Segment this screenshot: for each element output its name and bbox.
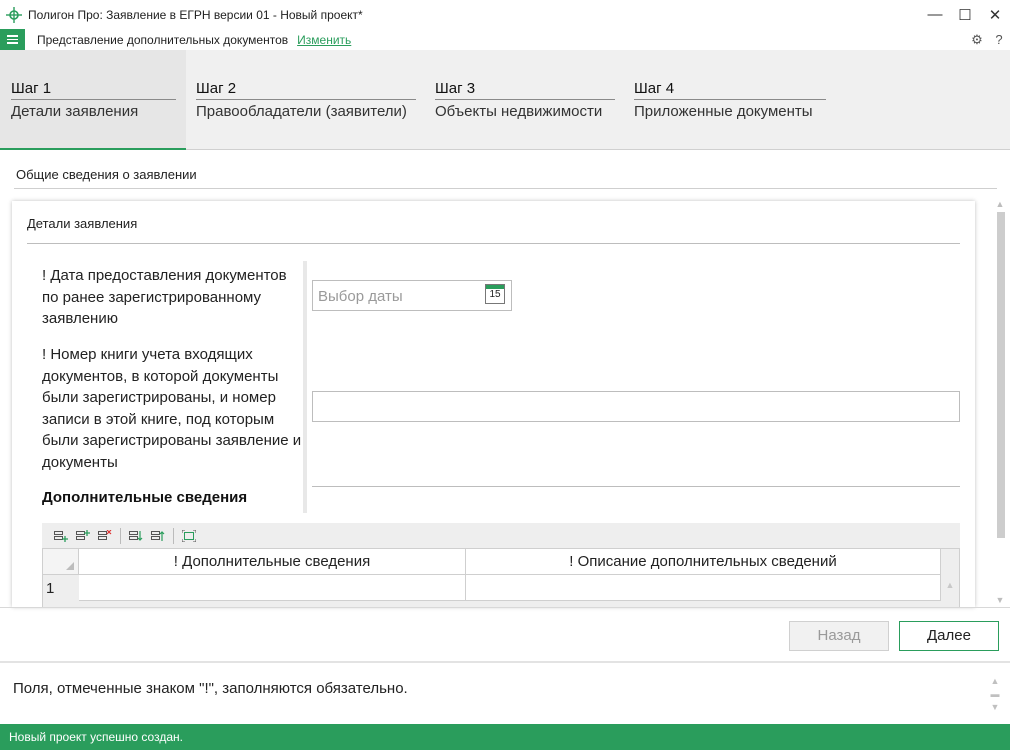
table-toolbar	[42, 523, 960, 548]
step-name: Детали заявления	[11, 103, 139, 120]
settings-icon[interactable]: ⚙	[966, 29, 988, 50]
scroll-thumb[interactable]	[997, 212, 1005, 538]
date-label: ! Дата предоставления документов по ране…	[42, 267, 287, 327]
move-down-icon[interactable]	[125, 526, 147, 546]
book-number-label: ! Номер книги учета входящих документов,…	[42, 346, 302, 471]
table-cell[interactable]	[466, 575, 941, 601]
navigation-bar: Назад Далее	[0, 607, 1010, 659]
fit-columns-icon[interactable]	[178, 526, 200, 546]
delete-row-icon[interactable]	[94, 526, 116, 546]
wizard-steps: Шаг 1 Детали заявления Шаг 2 Правооблада…	[0, 50, 1010, 150]
change-link[interactable]: Изменить	[297, 33, 351, 47]
main-scrollbar[interactable]: ▲ ▼	[994, 198, 1006, 606]
calendar-icon[interactable]: 15	[485, 284, 505, 304]
help-icon[interactable]: ?	[988, 29, 1010, 50]
insert-row-icon[interactable]	[72, 526, 94, 546]
step-1-tab[interactable]: Шаг 1 Детали заявления	[0, 50, 186, 150]
section-title: Общие сведения о заявлении	[16, 167, 197, 182]
select-all-corner[interactable]	[43, 549, 79, 575]
table-cell[interactable]	[79, 575, 466, 601]
date-picker-field[interactable]: Выбор даты 15	[312, 280, 512, 311]
status-bar: Новый проект успешно создан.	[0, 724, 1010, 750]
details-card: Детали заявления ! Дата предоставления д…	[12, 201, 975, 607]
move-up-icon[interactable]	[147, 526, 169, 546]
row-number: 1	[46, 580, 55, 597]
scroll-down-icon[interactable]: ▼	[994, 594, 1006, 606]
book-number-input[interactable]	[312, 391, 960, 422]
hamburger-menu-icon[interactable]	[0, 29, 25, 50]
toolbar-separator	[120, 527, 121, 544]
column-header[interactable]: ! Описание дополнительных сведений	[466, 549, 941, 575]
step-3-tab[interactable]: Шаг 3 Объекты недвижимости	[435, 50, 615, 150]
additional-info-table: ! Дополнительные сведения ! Описание доп…	[42, 548, 960, 607]
step-number: Шаг 2	[196, 80, 416, 100]
step-name: Приложенные документы	[634, 103, 813, 120]
table-scroll-up-icon[interactable]: ▲	[941, 575, 959, 607]
step-name: Правообладатели (заявители)	[196, 103, 407, 120]
maximize-button[interactable]: ☐	[950, 0, 980, 29]
step-number: Шаг 4	[634, 80, 826, 100]
window-title: Полигон Про: Заявление в ЕГРН версии 01 …	[28, 7, 363, 22]
divider	[27, 243, 960, 244]
card-title: Детали заявления	[27, 216, 138, 231]
step-4-tab[interactable]: Шаг 4 Приложенные документы	[634, 50, 826, 150]
title-bar: Полигон Про: Заявление в ЕГРН версии 01 …	[0, 0, 1010, 29]
toolbar-separator	[173, 527, 174, 544]
step-2-tab[interactable]: Шаг 2 Правообладатели (заявители)	[196, 50, 416, 150]
app-logo-icon	[6, 6, 22, 23]
back-button[interactable]: Назад	[789, 621, 889, 651]
step-number: Шаг 3	[435, 80, 615, 100]
step-number: Шаг 1	[11, 80, 176, 100]
step-name: Объекты недвижимости	[435, 103, 603, 120]
info-scrollbar[interactable]: ▲ ▬ ▼	[989, 675, 1001, 717]
menu-bar: Представление дополнительных документов …	[0, 29, 1010, 50]
date-placeholder: Выбор даты	[318, 288, 403, 305]
divider	[312, 486, 960, 487]
additional-info-title: Дополнительные сведения	[42, 489, 248, 506]
info-panel: Поля, отмеченные знаком "!", заполняются…	[0, 661, 1010, 724]
add-row-icon[interactable]	[50, 526, 72, 546]
scroll-up-icon[interactable]: ▲	[994, 198, 1006, 210]
next-button[interactable]: Далее	[899, 621, 999, 651]
close-button[interactable]: ✕	[980, 0, 1010, 29]
column-header[interactable]: ! Дополнительные сведения	[79, 549, 466, 575]
divider	[14, 188, 997, 189]
info-text: Поля, отмеченные знаком "!", заполняются…	[13, 680, 408, 697]
document-type-title: Представление дополнительных документов	[37, 32, 289, 47]
minimize-button[interactable]: —	[920, 0, 950, 29]
